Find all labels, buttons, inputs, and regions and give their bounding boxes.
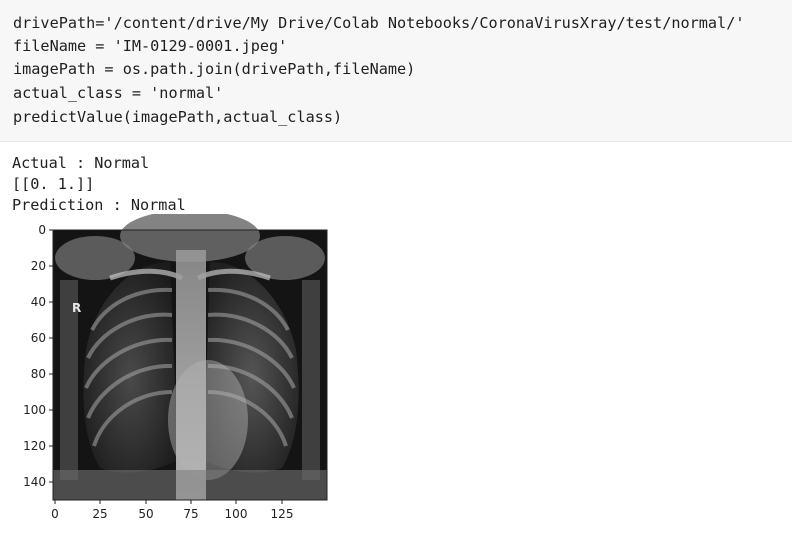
output-array: [[0. 1.]] bbox=[12, 175, 95, 193]
y-tick-label: 80 bbox=[31, 367, 46, 381]
y-axis: 0 20 40 60 80 100 120 140 bbox=[23, 223, 53, 489]
xray-image-plot: R 0 20 40 60 80 100 120 140 0 25 50 75 1… bbox=[0, 210, 360, 542]
y-tick-label: 20 bbox=[31, 259, 46, 273]
output-actual: Actual : Normal bbox=[12, 154, 150, 172]
output-prediction: Prediction : Normal bbox=[12, 196, 186, 214]
y-tick-label: 100 bbox=[23, 403, 46, 417]
x-tick-label: 100 bbox=[225, 507, 248, 521]
x-tick-label: 75 bbox=[183, 507, 198, 521]
x-tick-label: 125 bbox=[271, 507, 294, 521]
code-line: predictValue(imagePath,actual_class) bbox=[13, 108, 343, 126]
y-tick-label: 0 bbox=[38, 223, 46, 237]
code-line: drivePath='/content/drive/My Drive/Colab… bbox=[13, 14, 745, 32]
y-tick-label: 40 bbox=[31, 295, 46, 309]
x-axis: 0 25 50 75 100 125 bbox=[51, 500, 293, 521]
xray-image: R bbox=[53, 210, 327, 500]
code-cell[interactable]: drivePath='/content/drive/My Drive/Colab… bbox=[0, 0, 792, 142]
y-tick-label: 120 bbox=[23, 439, 46, 453]
x-tick-label: 50 bbox=[138, 507, 153, 521]
xray-marker-label: R bbox=[72, 301, 81, 315]
code-line: fileName = 'IM-0129-0001.jpeg' bbox=[13, 37, 288, 55]
code-line: imagePath = os.path.join(drivePath,fileN… bbox=[13, 60, 416, 78]
code-line: actual_class = 'normal' bbox=[13, 84, 224, 102]
x-tick-label: 25 bbox=[92, 507, 107, 521]
y-tick-label: 140 bbox=[23, 475, 46, 489]
image-axes: R 0 20 40 60 80 100 120 140 0 25 50 75 1… bbox=[23, 210, 328, 521]
y-tick-label: 60 bbox=[31, 331, 46, 345]
x-tick-label: 0 bbox=[51, 507, 59, 521]
